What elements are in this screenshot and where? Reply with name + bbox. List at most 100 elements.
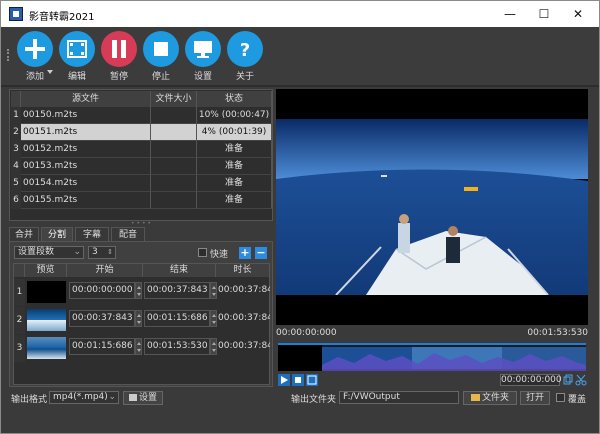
row-number: 2	[11, 124, 21, 141]
end-spin-icon[interactable]	[210, 310, 217, 327]
split-panel: 设置段数 ⌄ 3 ⇕ 快速 + − 预览 开始 结束 时长 1 00:00:00…	[9, 241, 273, 387]
start-spin-icon[interactable]	[135, 310, 142, 327]
scissors-icon[interactable]	[575, 374, 587, 386]
end-header: 结束	[143, 264, 216, 277]
segment-end-field[interactable]: 00:01:15:686	[144, 310, 210, 327]
file-size-cell[interactable]	[151, 141, 197, 158]
segment-mode-select[interactable]: 设置段数 ⌄	[14, 246, 84, 259]
tab-dubbing[interactable]: 配音	[111, 227, 145, 241]
preview-pane: 00:00:00:000 00:01:53:530 00:00:00:000	[276, 89, 588, 387]
end-spin-icon[interactable]	[210, 338, 217, 355]
browse-folder-button[interactable]: 文件夹	[463, 391, 517, 405]
status-header[interactable]: 状态	[197, 91, 272, 107]
segment-end-field[interactable]: 00:00:37:843	[144, 282, 210, 299]
start-spin-icon[interactable]	[135, 282, 142, 299]
browse-folder-label: 文件夹	[481, 393, 509, 403]
row-number: 1	[11, 107, 21, 124]
source-file-header[interactable]: 源文件	[21, 91, 151, 107]
segment-index: 3	[14, 335, 25, 362]
chevron-down-icon: ⌄	[73, 247, 81, 257]
tab-subtitle[interactable]: 字幕	[75, 227, 109, 241]
left-pane: 源文件 文件大小 状态 1 00150.m2ts 10% (00:00:47) …	[9, 89, 273, 387]
duration-header: 时长	[216, 264, 270, 277]
status-cell[interactable]: 准备	[197, 192, 272, 209]
end-spin-icon[interactable]	[210, 282, 217, 299]
timeline-end-time: 00:01:53:530	[527, 328, 588, 338]
video-preview[interactable]	[276, 89, 588, 325]
maximize-button[interactable]: ☐	[527, 1, 561, 27]
copy-icon[interactable]	[562, 374, 574, 386]
tab-merge[interactable]: 合并	[9, 227, 39, 241]
segment-count-spinner[interactable]: 3 ⇕	[88, 246, 116, 259]
segment-thumbnail	[27, 337, 66, 359]
file-name-cell[interactable]: 00152.m2ts	[21, 141, 151, 158]
about-button[interactable]: ? 关于	[225, 29, 265, 83]
file-list: 源文件 文件大小 状态 1 00150.m2ts 10% (00:00:47) …	[9, 89, 273, 221]
waveform-timeline[interactable]	[278, 343, 586, 371]
file-size-cell[interactable]	[151, 192, 197, 209]
add-button[interactable]: 添加	[15, 29, 55, 83]
preview-header: 预览	[25, 264, 67, 277]
status-cell[interactable]: 准备	[197, 175, 272, 192]
stop-icon	[143, 31, 179, 67]
status-cell[interactable]: 10% (00:00:47)	[197, 107, 272, 124]
segment-end-field[interactable]: 00:01:53:530	[144, 338, 210, 355]
segment-start-field[interactable]: 00:00:37:843	[69, 310, 135, 327]
pause-button[interactable]: 暂停	[99, 29, 139, 83]
current-time-field[interactable]: 00:00:00:000	[500, 374, 562, 386]
stop-label: 停止	[151, 72, 170, 82]
fullscreen-icon[interactable]	[306, 374, 318, 386]
svg-text:?: ?	[240, 40, 250, 61]
add-segment-button[interactable]: +	[239, 247, 251, 259]
segment-thumbnail	[27, 309, 66, 331]
open-button[interactable]: 打开	[520, 391, 550, 405]
fast-label: 快速	[210, 250, 229, 260]
status-cell[interactable]: 准备	[197, 158, 272, 175]
player-controls: 00:00:00:000	[276, 373, 588, 387]
timeline-start-time: 00:00:00:000	[276, 328, 337, 338]
edit-label: 编辑	[67, 72, 86, 82]
stop-playback-icon[interactable]	[292, 374, 304, 386]
format-settings-button[interactable]: 设置	[123, 391, 163, 405]
file-name-cell[interactable]: 00155.m2ts	[21, 192, 151, 209]
tab-split[interactable]: 分割	[41, 227, 73, 241]
settings-button[interactable]: 设置	[183, 29, 223, 83]
window-title: 影音转霸2021	[29, 12, 95, 23]
file-size-cell[interactable]	[151, 175, 197, 192]
row-number: 6	[11, 192, 21, 209]
status-cell[interactable]: 准备	[197, 141, 272, 158]
fast-checkbox[interactable]	[198, 248, 207, 257]
video-frame	[276, 119, 588, 295]
segment-index: 2	[14, 307, 25, 334]
title-bar: 影音转霸2021 — ☐ ✕	[1, 1, 599, 27]
output-format-label: 输出格式	[11, 395, 48, 405]
segment-start-field[interactable]: 00:00:00:000	[69, 282, 135, 299]
output-path-field[interactable]: F:/VWOutput	[339, 391, 459, 404]
add-dropdown-arrow-icon[interactable]	[47, 70, 53, 74]
file-name-cell-selected[interactable]: 00151.m2ts	[21, 124, 151, 141]
timeline-times: 00:00:00:000 00:01:53:530	[276, 326, 588, 340]
toolbar-grip[interactable]	[7, 49, 11, 61]
row-number: 4	[11, 158, 21, 175]
output-format-select[interactable]: mp4(*.mp4) ⌄	[49, 391, 119, 404]
file-size-cell-selected[interactable]	[151, 124, 197, 141]
file-name-cell[interactable]: 00150.m2ts	[21, 107, 151, 124]
file-size-cell[interactable]	[151, 158, 197, 175]
file-name-cell[interactable]: 00153.m2ts	[21, 158, 151, 175]
overwrite-checkbox[interactable]	[556, 393, 565, 402]
file-size-header[interactable]: 文件大小	[151, 91, 197, 107]
format-settings-label: 设置	[138, 393, 157, 403]
minimize-button[interactable]: —	[493, 1, 527, 27]
segment-index: 1	[14, 279, 25, 306]
remove-segment-button[interactable]: −	[255, 247, 267, 259]
edit-button[interactable]: 编辑	[57, 29, 97, 83]
segment-start-field[interactable]: 00:01:15:686	[69, 338, 135, 355]
file-size-cell[interactable]	[151, 107, 197, 124]
play-icon[interactable]	[278, 374, 290, 386]
start-spin-icon[interactable]	[135, 338, 142, 355]
film-icon	[59, 31, 95, 67]
status-cell-selected[interactable]: 4% (00:01:39)	[197, 124, 272, 141]
file-name-cell[interactable]: 00154.m2ts	[21, 175, 151, 192]
close-button[interactable]: ✕	[561, 1, 595, 27]
stop-button[interactable]: 停止	[141, 29, 181, 83]
